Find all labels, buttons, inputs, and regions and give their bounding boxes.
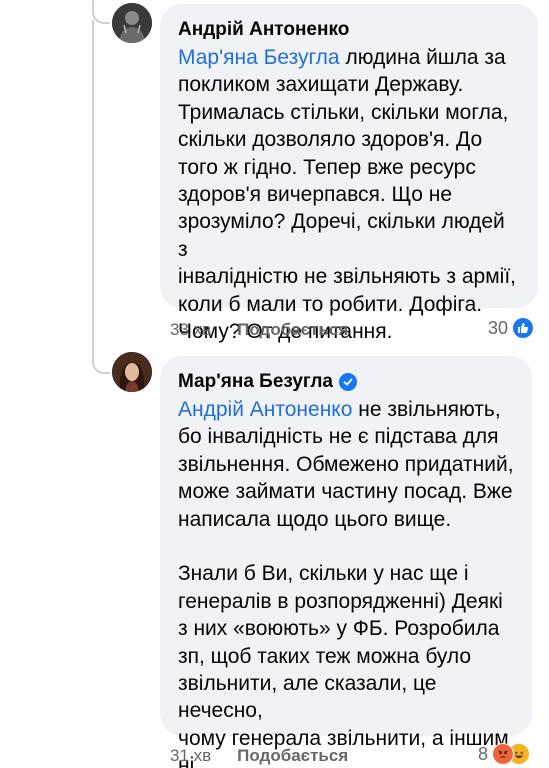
thread-line-curve: [92, 0, 110, 24]
like-button[interactable]: Подобається: [237, 746, 348, 766]
like-button[interactable]: Подобається: [237, 320, 348, 340]
comment-author[interactable]: Андрій Антоненко: [178, 18, 349, 42]
verified-badge-icon: [339, 373, 357, 391]
comment-bubble: Андрій Антоненко Мар'яна Безугла людина …: [160, 4, 538, 343]
like-reaction-icon: [512, 317, 535, 339]
reaction-summary[interactable]: 30: [488, 317, 535, 339]
comment-bubble: Мар'яна Безугла Андрій Антоненко не звіл…: [160, 356, 532, 768]
comment-author[interactable]: Мар'яна Безугла: [178, 370, 333, 394]
comment-meta: 31 хв Подобається: [170, 746, 348, 766]
avatar-image: [112, 3, 152, 43]
avatar[interactable]: [112, 352, 152, 392]
comment-body: не звільняють, бо інвалідність не є підс…: [178, 398, 514, 768]
thread-line-curve-2: [92, 340, 110, 374]
comment-body: людина йшла за покликом захищати Державу…: [178, 46, 516, 344]
reaction-count: 30: [488, 317, 509, 338]
avatar[interactable]: [112, 3, 152, 43]
angry-reaction-icon: [492, 743, 515, 765]
comment-meta: 33 хв Подобається: [170, 320, 348, 340]
comment-timestamp[interactable]: 33 хв: [170, 320, 211, 340]
comment-timestamp[interactable]: 31 хв: [170, 746, 211, 766]
reaction-summary[interactable]: 8: [478, 743, 531, 765]
mention-link[interactable]: Андрій Антоненко: [178, 398, 352, 421]
avatar-image: [112, 352, 152, 392]
reaction-count: 8: [478, 743, 489, 764]
thread-line-vertical: [92, 20, 94, 365]
comment-text: Мар'яна Безугла людина йшла за покликом …: [178, 44, 520, 345]
mention-link[interactable]: Мар'яна Безугла: [178, 46, 340, 69]
comment-text: Андрій Антоненко не звільняють, бо інвал…: [178, 396, 514, 768]
